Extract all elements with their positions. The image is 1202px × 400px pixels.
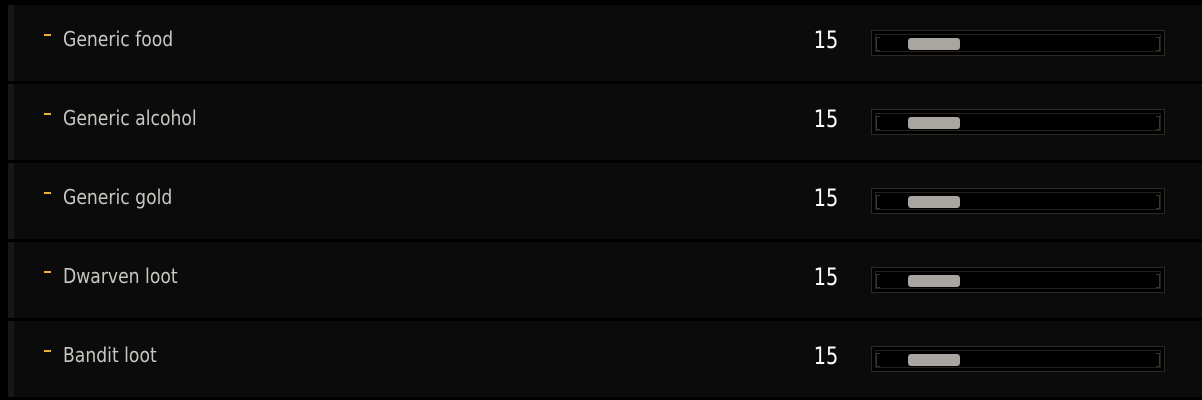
setting-row-generic-alcohol[interactable]: Generic alcohol 15 xyxy=(8,84,1202,160)
setting-row-generic-food[interactable]: Generic food 15 xyxy=(8,5,1202,81)
slider-handle[interactable] xyxy=(908,275,960,287)
setting-label: Generic food xyxy=(63,27,174,51)
slider-handle[interactable] xyxy=(908,117,960,129)
setting-value: 15 xyxy=(813,26,839,54)
setting-value: 15 xyxy=(813,342,839,370)
setting-row-dwarven-loot[interactable]: Dwarven loot 15 xyxy=(8,242,1202,318)
setting-label: Generic alcohol xyxy=(63,106,197,130)
setting-value: 15 xyxy=(813,263,839,291)
slider-left-cap-icon xyxy=(876,274,880,288)
dash-bullet-icon xyxy=(44,34,51,36)
setting-label: Generic gold xyxy=(63,185,173,209)
slider-handle[interactable] xyxy=(908,38,960,50)
slider-handle[interactable] xyxy=(908,354,960,366)
setting-slider[interactable] xyxy=(871,30,1165,56)
setting-label: Dwarven loot xyxy=(63,264,178,288)
setting-row-bandit-loot[interactable]: Bandit loot 15 xyxy=(8,321,1202,397)
slider-right-cap-icon xyxy=(1156,353,1160,367)
slider-right-cap-icon xyxy=(1156,195,1160,209)
setting-label: Bandit loot xyxy=(63,343,157,367)
setting-slider[interactable] xyxy=(871,346,1165,372)
slider-left-cap-icon xyxy=(876,37,880,51)
slider-left-cap-icon xyxy=(876,353,880,367)
setting-slider[interactable] xyxy=(871,109,1165,135)
setting-value: 15 xyxy=(813,105,839,133)
setting-slider[interactable] xyxy=(871,188,1165,214)
slider-right-cap-icon xyxy=(1156,274,1160,288)
setting-value: 15 xyxy=(813,184,839,212)
slider-handle[interactable] xyxy=(908,196,960,208)
slider-right-cap-icon xyxy=(1156,37,1160,51)
setting-slider[interactable] xyxy=(871,267,1165,293)
dash-bullet-icon xyxy=(44,192,51,194)
dash-bullet-icon xyxy=(44,271,51,273)
slider-right-cap-icon xyxy=(1156,116,1160,130)
setting-row-generic-gold[interactable]: Generic gold 15 xyxy=(8,163,1202,239)
slider-left-cap-icon xyxy=(876,195,880,209)
slider-left-cap-icon xyxy=(876,116,880,130)
dash-bullet-icon xyxy=(44,350,51,352)
dash-bullet-icon xyxy=(44,113,51,115)
settings-list: Generic food 15 Generic alcohol 15 Gener… xyxy=(0,0,1202,400)
